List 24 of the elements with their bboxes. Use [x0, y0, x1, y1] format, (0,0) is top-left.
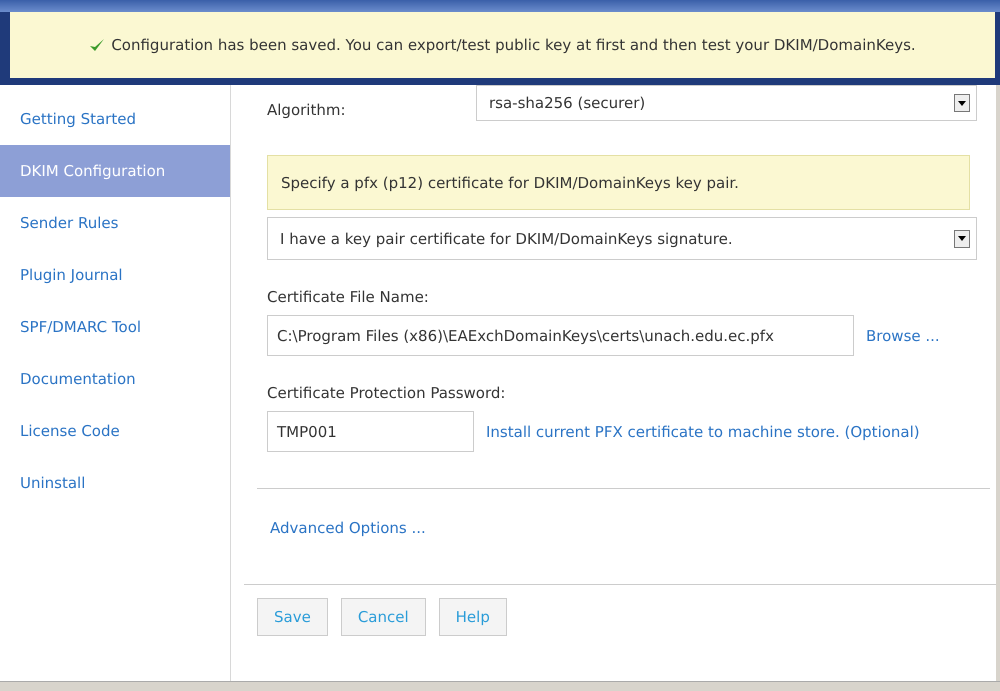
install-link[interactable]: Install current PFX certificate to machine store. (Optional) — [486, 422, 920, 440]
advanced-options-link[interactable]: Advanced Options ... — [270, 519, 426, 537]
sidebar-item[interactable]: Sender Rules — [0, 197, 230, 249]
key-source-dropdown[interactable]: I have a key pair certificate for DKIM/DomainKeys signature. — [267, 217, 977, 260]
field-label: Certificate Protection Password: — [267, 384, 506, 402]
action-button[interactable]: Cancel — [340, 598, 426, 636]
sidebar-item[interactable]: Getting Started — [0, 93, 230, 145]
sidebar-item[interactable]: Documentation — [0, 353, 230, 405]
sidebar-item[interactable]: Uninstall — [0, 457, 230, 509]
field-label: Certificate File Name: — [267, 288, 430, 306]
sidebar-item[interactable]: Plugin Journal — [0, 249, 230, 301]
hint-box: Specify a pfx (p12) certificate for DKIM/DomainKeys key pair. — [267, 155, 970, 210]
action-button[interactable]: Help — [438, 598, 507, 636]
field-label: Algorithm: — [267, 100, 347, 119]
sidebar-item[interactable]: DKIM Configuration — [0, 145, 230, 197]
sidebar-item[interactable]: License Code — [0, 405, 230, 457]
password-field[interactable]: TMP001 — [267, 411, 474, 452]
sidebar-item[interactable]: SPF/DMARC Tool — [0, 301, 230, 353]
check-icon — [89, 38, 106, 52]
browse-link[interactable]: Browse ... — [866, 326, 940, 344]
notification-text: Configuration has been saved. You can export/test public key at first and then test your DKIM/DomainKeys. — [111, 36, 916, 54]
file-name-field[interactable]: C:\Program Files (x86)\EAExchDomainKeys\certs\unach.edu.ec.pfx — [267, 315, 854, 356]
algorithm-dropdown[interactable]: rsa-sha256 (securer) — [476, 85, 977, 121]
action-button[interactable]: Save — [257, 598, 328, 636]
